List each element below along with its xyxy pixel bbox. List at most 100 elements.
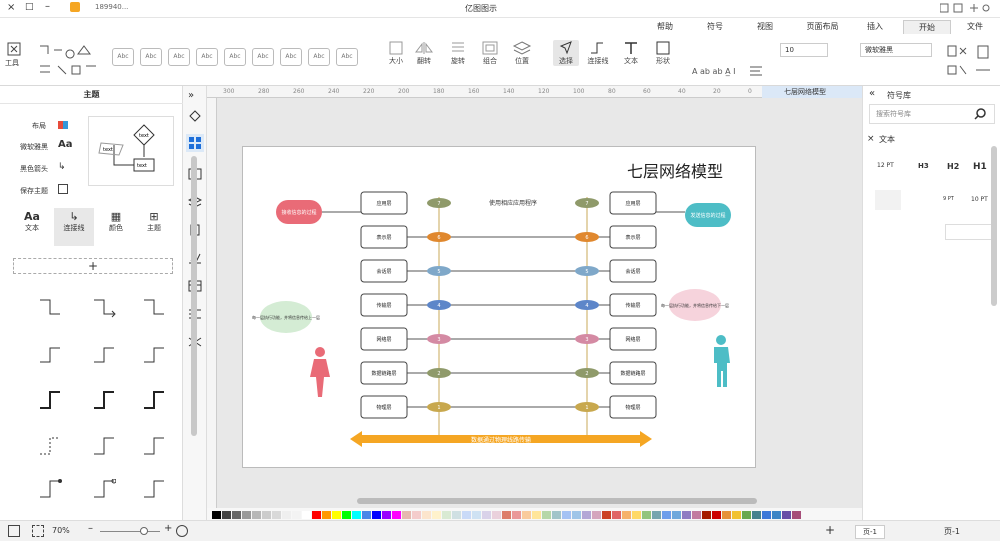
color-swatch[interactable] — [572, 511, 581, 519]
color-swatch[interactable] — [742, 511, 751, 519]
color-swatch[interactable] — [712, 511, 721, 519]
color-swatch[interactable] — [642, 511, 651, 519]
clipboard-tools[interactable] — [940, 42, 996, 82]
style-preset-6[interactable]: Abc — [280, 48, 302, 66]
right-layer-label-1[interactable]: 表示层 — [625, 234, 640, 241]
color-swatch[interactable] — [272, 511, 281, 519]
color-swatch[interactable] — [622, 511, 631, 519]
heading-h2[interactable]: H2 — [947, 162, 959, 171]
page-tab[interactable]: 页-1 — [855, 525, 885, 539]
style-preset-5[interactable]: Abc — [252, 48, 274, 66]
color-swatch[interactable] — [372, 511, 381, 519]
tab-page-layout[interactable]: 页面布局 — [795, 20, 850, 34]
right-layer-number-3[interactable]: 4 — [585, 303, 588, 309]
document-tab[interactable]: 七层网络模型 — [762, 86, 862, 98]
color-swatch[interactable] — [252, 511, 261, 519]
page-indicator[interactable]: 页-1 — [944, 526, 960, 537]
color-swatch[interactable] — [652, 511, 661, 519]
right-layer-number-6[interactable]: 1 — [585, 405, 588, 411]
heading-10pt[interactable]: 10 PT — [971, 196, 988, 203]
color-swatch[interactable] — [262, 511, 271, 519]
color-swatch[interactable] — [632, 511, 641, 519]
color-swatch[interactable] — [212, 511, 221, 519]
color-swatch[interactable] — [322, 511, 331, 519]
theme-preview[interactable]: text text text — [88, 116, 174, 186]
right-layer-number-4[interactable]: 3 — [585, 337, 588, 343]
color-swatch[interactable] — [242, 511, 251, 519]
zoom-out-button[interactable]: – — [88, 523, 93, 534]
search-icon[interactable] — [973, 106, 989, 122]
connector-style-6[interactable] — [38, 390, 62, 410]
color-swatch[interactable] — [222, 511, 231, 519]
right-layer-number-1[interactable]: 6 — [585, 235, 588, 241]
left-layer-label-0[interactable]: 应用层 — [376, 200, 391, 207]
color-swatch[interactable] — [722, 511, 731, 519]
tab-connector[interactable]: ↳ 连接线 — [54, 208, 94, 246]
color-swatch[interactable] — [482, 511, 491, 519]
text-block-sample[interactable] — [875, 190, 901, 210]
tab-help[interactable]: 帮助 — [645, 20, 685, 34]
style-preset-3[interactable]: Abc — [196, 48, 218, 66]
horizontal-scrollbar[interactable] — [357, 498, 757, 504]
color-swatch[interactable] — [332, 511, 341, 519]
osi-diagram[interactable]: 七层网络模型 应用层 应用层 7 7 表示层 表示层 6 6 会话层 会话层 5 5 传输层 传输层 4 4 网… — [243, 147, 757, 469]
tools-group[interactable]: 工具 — [5, 40, 23, 80]
color-swatch[interactable] — [792, 511, 801, 519]
connector-button[interactable]: 连接线 — [585, 40, 611, 66]
connector-style-1[interactable] — [92, 298, 116, 318]
right-layer-label-3[interactable]: 传输层 — [625, 302, 640, 309]
color-swatch[interactable] — [282, 511, 291, 519]
color-swatch[interactable] — [312, 511, 321, 519]
left-layer-number-4[interactable]: 3 — [437, 337, 440, 343]
color-swatch[interactable] — [512, 511, 521, 519]
color-swatch[interactable] — [692, 511, 701, 519]
tab-color[interactable]: ▦ 颜色 — [98, 210, 134, 246]
fill-icon[interactable] — [188, 110, 202, 122]
color-swatch[interactable] — [702, 511, 711, 519]
left-layer-label-4[interactable]: 网络层 — [376, 336, 391, 343]
quick-access-icons[interactable] — [940, 3, 990, 13]
add-connector-button[interactable]: + — [13, 258, 173, 274]
color-swatch[interactable] — [602, 511, 611, 519]
color-swatch[interactable] — [542, 511, 551, 519]
right-layer-label-0[interactable]: 应用层 — [625, 200, 640, 207]
color-swatch[interactable] — [532, 511, 541, 519]
expand-icon[interactable]: « — [869, 88, 875, 99]
right-layer-label-2[interactable]: 会话层 — [625, 268, 640, 275]
vip-icon[interactable] — [70, 2, 80, 12]
color-swatch[interactable] — [522, 511, 531, 519]
color-swatch[interactable] — [462, 511, 471, 519]
style-preset-2[interactable]: Abc — [168, 48, 190, 66]
left-layer-label-1[interactable]: 表示层 — [376, 234, 391, 241]
left-layer-label-6[interactable]: 物理层 — [376, 404, 391, 411]
connector-style-5[interactable] — [142, 346, 166, 366]
right-layer-number-5[interactable]: 2 — [585, 371, 588, 377]
tab-file[interactable]: 文件 — [955, 20, 995, 34]
theme-grid-icon[interactable] — [186, 134, 204, 152]
color-swatch[interactable] — [232, 511, 241, 519]
heading-h1[interactable]: H1 — [973, 162, 987, 172]
color-swatch[interactable] — [292, 511, 301, 519]
connector-style-12[interactable] — [38, 479, 62, 499]
font-name-select[interactable]: 微软雅黑 — [860, 43, 932, 57]
format-tools[interactable] — [36, 42, 106, 82]
size-button[interactable]: 大小 — [384, 40, 408, 66]
connector-style-10[interactable] — [92, 436, 116, 456]
zoom-in-button[interactable]: + — [164, 523, 172, 534]
color-swatch[interactable] — [772, 511, 781, 519]
connector-style-0[interactable] — [38, 298, 62, 318]
color-swatch[interactable] — [382, 511, 391, 519]
color-swatch[interactable] — [582, 511, 591, 519]
color-swatch[interactable] — [422, 511, 431, 519]
rotate-button[interactable]: 旋转 — [446, 40, 470, 66]
zoom-level[interactable]: 70% — [52, 526, 70, 535]
connector-style-4[interactable] — [92, 346, 116, 366]
color-swatch[interactable] — [782, 511, 791, 519]
fit-page-icon[interactable] — [8, 525, 20, 537]
color-swatch[interactable] — [392, 511, 401, 519]
left-layer-number-5[interactable]: 2 — [437, 371, 440, 377]
right-scrollbar[interactable] — [991, 146, 997, 306]
left-layer-number-2[interactable]: 5 — [437, 269, 440, 275]
connector-style-3[interactable] — [38, 346, 62, 366]
right-layer-label-5[interactable]: 数据链路层 — [620, 370, 645, 377]
